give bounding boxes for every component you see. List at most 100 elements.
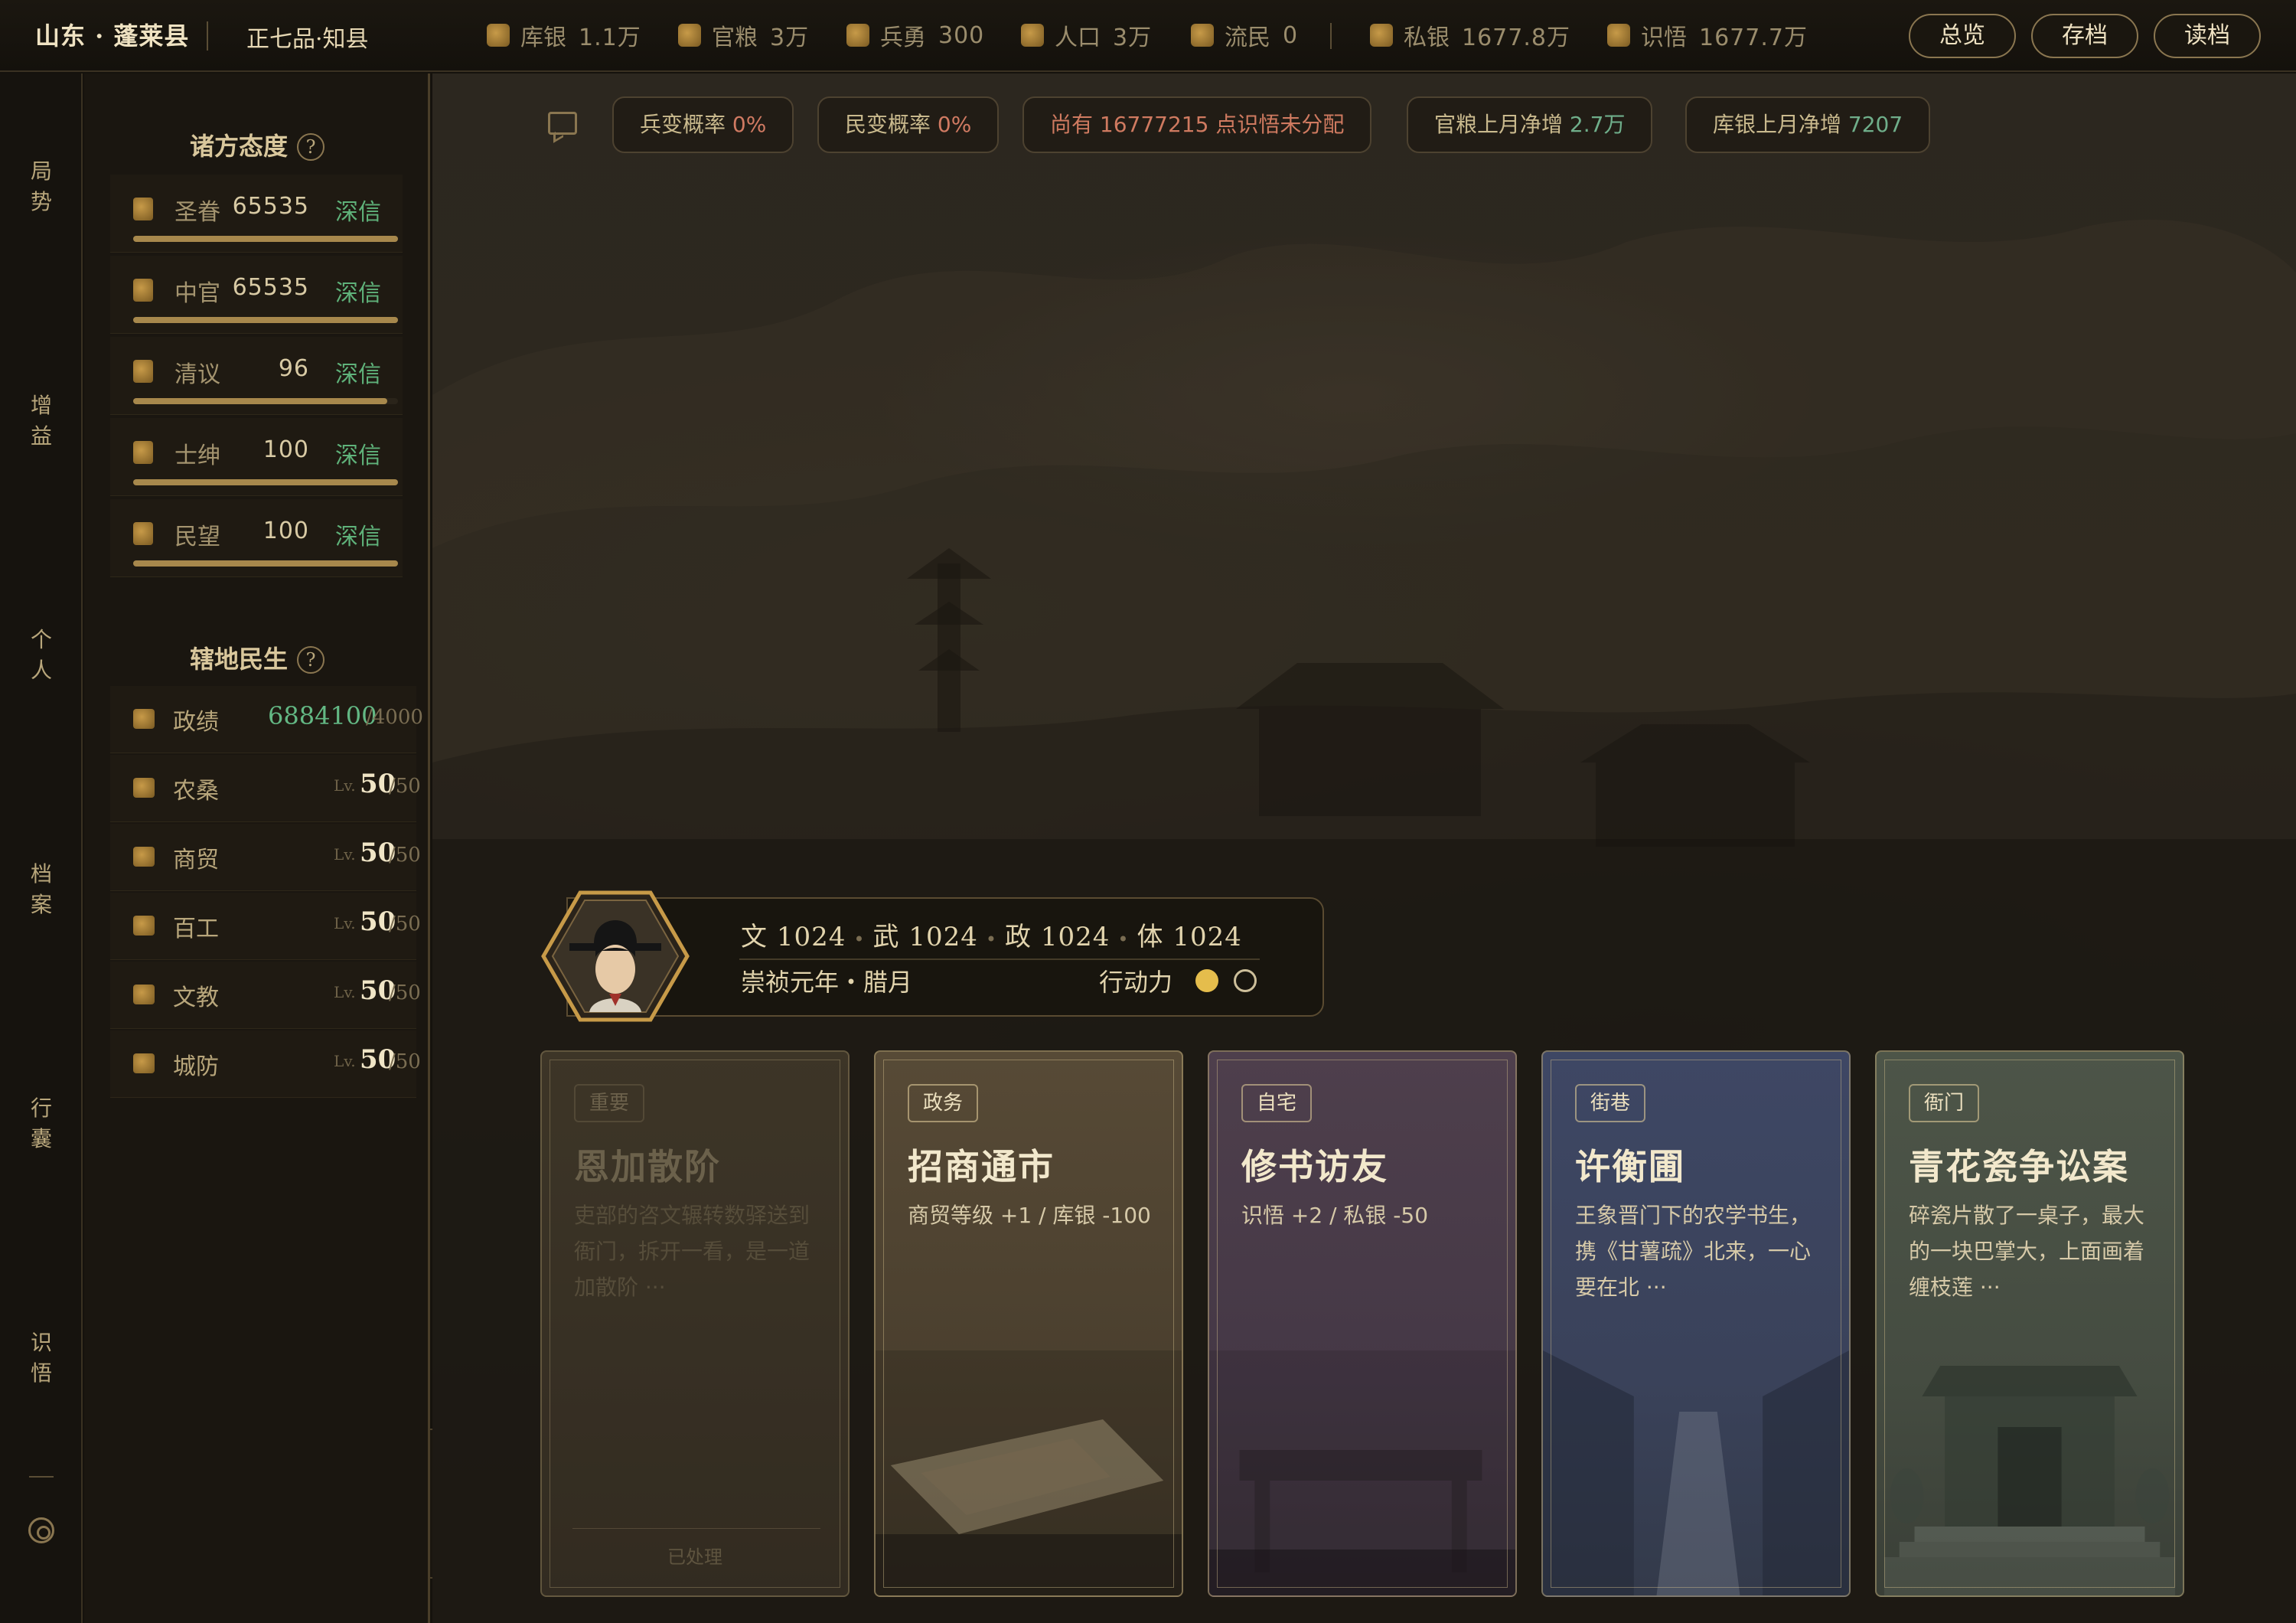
load-button[interactable]: 读档 <box>2154 14 2261 58</box>
official-grain-icon <box>678 24 701 47</box>
attitude-bar-fill <box>133 236 398 242</box>
attitude-bar-fill <box>133 317 398 323</box>
stat-value: 1024 <box>1172 922 1242 952</box>
resource-official-grain: 官粮 3万 <box>678 18 809 52</box>
magistrate-portrait-icon[interactable] <box>540 890 690 1023</box>
merit-row[interactable]: 政绩 6884100 /4000 <box>110 686 423 753</box>
attitude-value: 100 <box>263 436 309 463</box>
resource-value: 3万 <box>1113 24 1153 51</box>
resource-label: 人口 <box>1055 24 1101 51</box>
event-card-yamen[interactable]: 衙门 青花瓷争讼案 碎瓷片散了一桌子，最大的一块巴掌大，上面画着缠枝莲 ··· <box>1875 1050 2184 1597</box>
defense-icon <box>133 1053 155 1073</box>
divider <box>207 21 208 51</box>
rail-item-buffs[interactable]: 增 益 <box>0 390 83 452</box>
card-description: 吏部的咨文辗转数驿送到衙门，拆开一看，是一道加散阶 ··· <box>574 1203 810 1300</box>
card-title: 许衡圃 <box>1575 1146 1685 1187</box>
stat-value: 1024 <box>908 922 978 952</box>
attitude-row[interactable]: 中官 65535 深信 <box>110 256 403 334</box>
attitude-row[interactable]: 民望 100 深信 <box>110 499 403 577</box>
attitude-value: 65535 <box>232 274 309 301</box>
attitude-bar-fill <box>133 560 398 567</box>
settings-icon[interactable] <box>28 1517 54 1543</box>
attitude-bar <box>133 560 398 567</box>
level-label: Lv. <box>334 983 356 1001</box>
rail-item-insight[interactable]: 识 悟 <box>0 1327 83 1389</box>
card-tag: 衙门 <box>1909 1084 1980 1122</box>
soldiers-icon <box>846 24 869 47</box>
chat-log-icon[interactable] <box>548 112 577 135</box>
livelihood-row[interactable]: 农桑 Lv. 50 /50 <box>110 755 421 822</box>
farming-icon <box>133 778 155 798</box>
scholars-icon <box>133 360 153 383</box>
help-icon[interactable]: ? <box>297 646 325 674</box>
overview-button[interactable]: 总览 <box>1909 14 2016 58</box>
chip-value: 7207 <box>1848 112 1903 137</box>
livelihood-row[interactable]: 百工 Lv. 50 /50 <box>110 893 421 960</box>
resource-population: 人口 3万 <box>1021 18 1152 52</box>
section-title-text: 辖地民生 <box>189 645 288 674</box>
rail-label: 个 人 <box>30 627 52 683</box>
rail-item-personal[interactable]: 个 人 <box>0 625 83 686</box>
resource-value: 1677.7万 <box>1699 24 1808 51</box>
level-label: Lv. <box>334 1052 356 1070</box>
card-tag: 自宅 <box>1241 1084 1313 1122</box>
card-description: 碎瓷片散了一桌子，最大的一块巴掌大，上面画着缠枝莲 ··· <box>1909 1203 2145 1300</box>
level-label: Lv. <box>334 845 356 864</box>
chip-label: 库银上月净增 <box>1713 112 1842 137</box>
attitude-bar <box>133 398 398 404</box>
merit-icon <box>133 709 155 729</box>
event-card-street[interactable]: 街巷 许衡圃 王象晋门下的农学书生，携《甘薯疏》北来，一心要在北 ··· <box>1541 1050 1851 1597</box>
people-icon <box>133 522 153 545</box>
chip-value: 0% <box>732 112 767 137</box>
character-stats: 文 1024 • 武 1024 • 政 1024 • 体 1024 <box>741 922 1242 952</box>
event-card-home[interactable]: 自宅 修书访友 识悟 +2 / 私银 -50 <box>1208 1050 1517 1597</box>
attitude-row[interactable]: 圣眷 65535 深信 <box>110 175 403 253</box>
stat-label: 武 <box>872 922 900 952</box>
card-tag: 街巷 <box>1575 1084 1646 1122</box>
game-date: 崇祯元年・腊月 <box>741 968 913 997</box>
event-card-government[interactable]: 政务 招商通市 商贸等级 +1 / 库银 -100 <box>874 1050 1183 1597</box>
attitude-status: 深信 <box>335 442 381 469</box>
population-icon <box>1021 24 1044 47</box>
resource-label: 流民 <box>1225 24 1270 51</box>
livelihood-row[interactable]: 城防 Lv. 50 /50 <box>110 1030 421 1098</box>
help-icon[interactable]: ? <box>297 133 325 161</box>
attitude-value: 65535 <box>232 193 309 220</box>
level-label: Lv. <box>334 914 356 932</box>
resource-value: 1677.8万 <box>1462 24 1570 51</box>
level-max: /50 <box>389 775 421 798</box>
livelihood-name: 农桑 <box>173 778 219 805</box>
unallocated-insight-chip[interactable]: 尚有 16777215 点识悟未分配 <box>1022 96 1372 153</box>
resource-label: 官粮 <box>712 24 758 51</box>
resource-value: 1.1万 <box>579 24 641 51</box>
divider <box>572 1528 820 1529</box>
attitude-status: 深信 <box>335 524 381 550</box>
attitude-row[interactable]: 清议 96 深信 <box>110 337 403 415</box>
action-point-empty <box>1234 969 1257 992</box>
rail-item-inventory[interactable]: 行 囊 <box>0 1093 83 1154</box>
level-max: /50 <box>389 913 421 936</box>
rail-item-situation[interactable]: 局 势 <box>0 156 83 217</box>
attitude-value: 96 <box>278 355 309 382</box>
attitude-name: 民望 <box>174 524 220 550</box>
card-description: 识悟 +2 / 私银 -50 <box>1241 1203 1429 1228</box>
attitude-name: 圣眷 <box>174 199 220 226</box>
action-point-filled <box>1195 969 1218 992</box>
education-icon <box>133 985 155 1004</box>
attitude-bar-fill <box>133 398 388 404</box>
livelihood-row[interactable]: 文教 Lv. 50 /50 <box>110 962 421 1029</box>
save-button[interactable]: 存档 <box>2031 14 2138 58</box>
attitude-row[interactable]: 士绅 100 深信 <box>110 418 403 496</box>
imperial-favor-icon <box>133 198 153 220</box>
event-card-important[interactable]: 重要 恩加散阶 吏部的咨文辗转数驿送到衙门，拆开一看，是一道加散阶 ··· 已处… <box>540 1050 850 1597</box>
merit-max: /4000 <box>366 706 423 729</box>
livelihood-row[interactable]: 商贸 Lv. 50 /50 <box>110 824 421 891</box>
attitude-bar <box>133 479 398 485</box>
attitude-status: 深信 <box>335 361 381 388</box>
refugees-icon <box>1191 24 1214 47</box>
resource-value: 0 <box>1283 21 1299 49</box>
card-description: 商贸等级 +1 / 库银 -100 <box>908 1203 1151 1228</box>
rail-item-records[interactable]: 档 案 <box>0 859 83 920</box>
card-status: 已处理 <box>667 1546 722 1568</box>
grain-net-change-chip: 官粮上月净增 2.7万 <box>1407 96 1653 153</box>
